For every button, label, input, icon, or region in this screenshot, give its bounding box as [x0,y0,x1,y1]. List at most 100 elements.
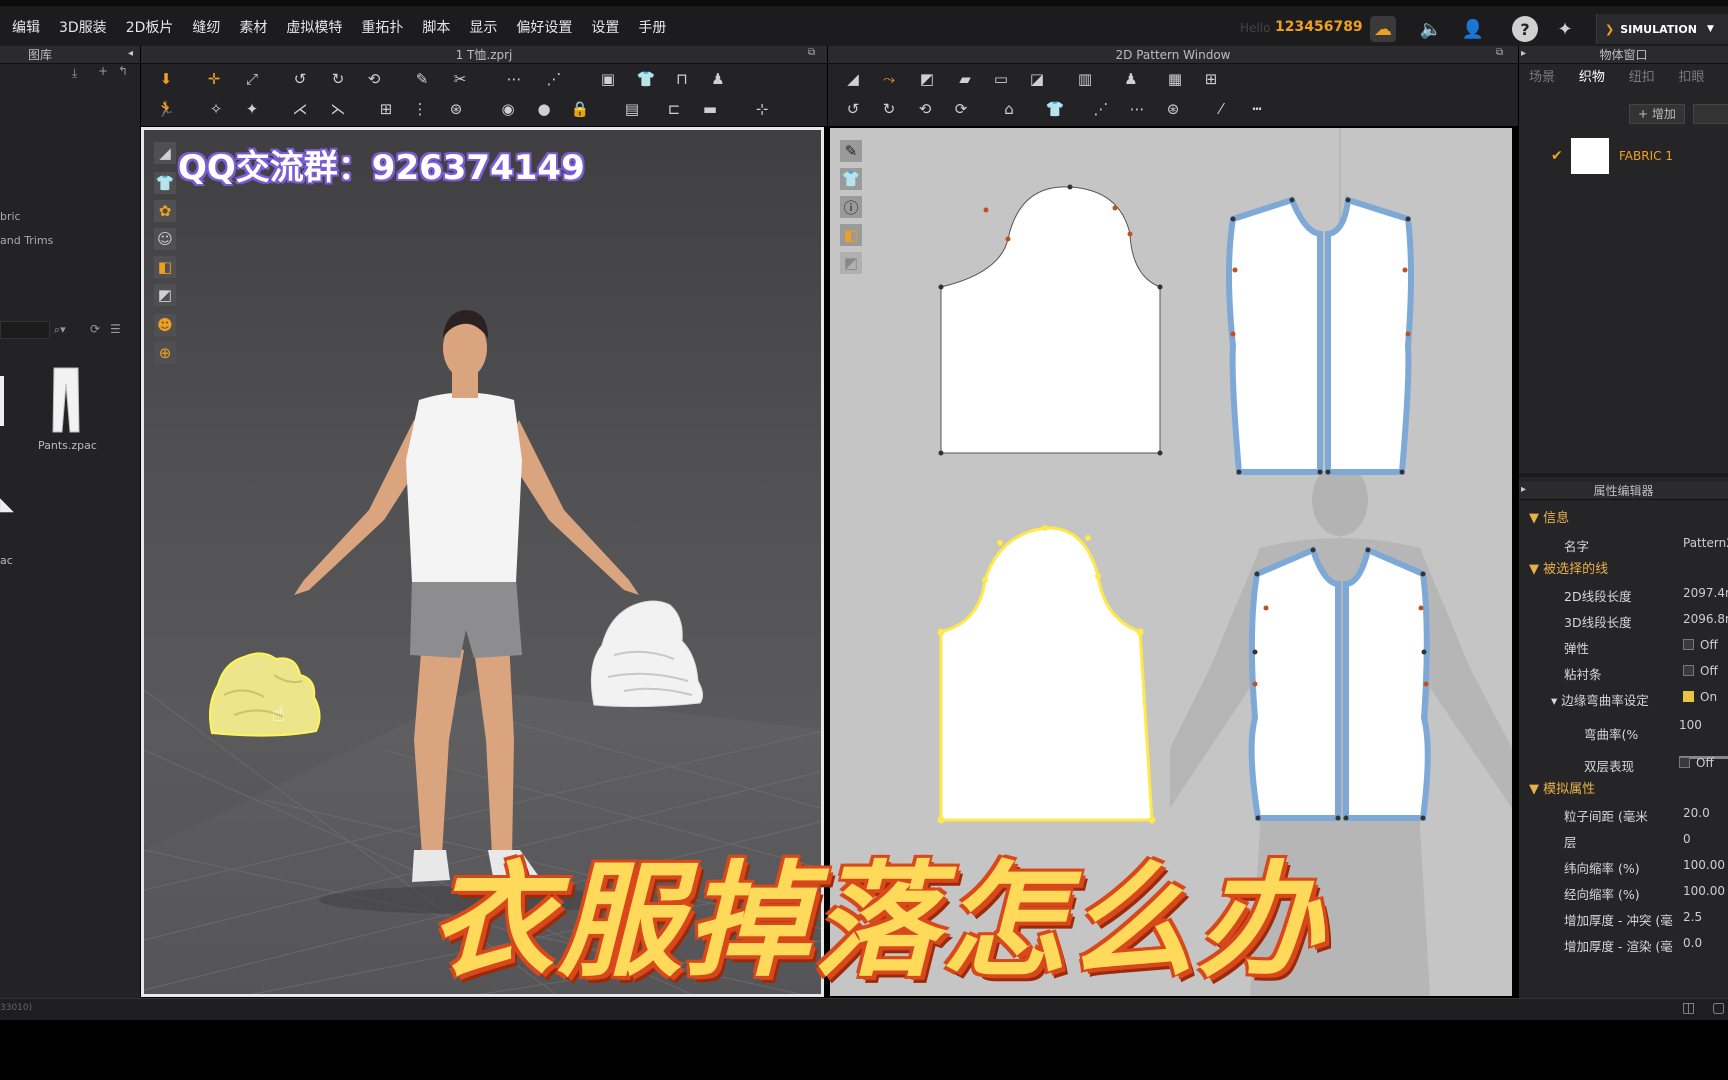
fabric-display-icon[interactable]: ◧ [154,256,176,278]
lock-icon[interactable]: 🔒 [569,98,591,120]
shirt-view-icon[interactable]: 👕 [840,168,862,190]
prop-value[interactable]: 100 [1679,718,1702,732]
simulation-button[interactable]: ❯ SIMULATION ▼ [1596,14,1728,44]
layout-3d-icon[interactable]: ▢ [1712,1000,1725,1016]
tack-icon[interactable]: ✂ [449,68,471,90]
buttonhole-icon[interactable]: ● [533,98,555,120]
menu-settings[interactable]: 设置 [591,18,619,38]
environment-display-icon[interactable]: ⊕ [154,342,176,364]
checkbox[interactable] [1683,639,1694,650]
trim-icon[interactable]: ⊏ [663,98,685,120]
edit-curvature-icon[interactable]: ◩ [916,68,938,90]
info-icon[interactable]: ⓘ [840,196,862,218]
fold-arrange-2d-icon[interactable]: ↻ [878,98,900,120]
pleats-icon[interactable]: ▥ [1074,68,1096,90]
rectangle-icon[interactable]: ▭ [990,68,1012,90]
polygon-icon[interactable]: ▰ [954,68,976,90]
pants-thumbnail[interactable] [50,366,82,436]
library-item[interactable]: and Trims [0,234,53,247]
front-pattern-top[interactable] [1226,196,1414,475]
menu-script[interactable]: 脚本 [422,18,450,38]
menu-display[interactable]: 显示 [469,18,497,38]
menu-edit[interactable]: 编辑 [12,18,40,38]
tape-toggle[interactable]: Off [1683,664,1718,678]
back-pattern-bottom[interactable] [1248,545,1431,821]
sleeve-pattern-top[interactable] [938,184,1163,456]
prop-value[interactable]: 0 [1683,832,1691,846]
section-info[interactable]: ▼ 信息 [1529,507,1569,526]
prop-value[interactable]: 20.0 [1683,806,1710,820]
topstitch-icon[interactable]: ⋮ [409,98,431,120]
cloud-icon[interactable]: ☁ [1370,16,1396,42]
fallen-fabric-selected[interactable] [204,645,334,740]
pose-icon[interactable]: 🏃 [155,98,177,120]
select-mesh-icon[interactable]: ⤢ [241,68,263,90]
help-icon[interactable]: ? [1512,16,1538,42]
pin-icon[interactable]: ✧ [205,98,227,120]
copy-fabric-button[interactable] [1693,104,1728,124]
transform-pattern-icon[interactable]: ◢ [842,68,864,90]
gizmo-icon[interactable]: ⊹ [751,98,773,120]
garment-fit-icon[interactable]: ⊓ [671,68,693,90]
checkbox[interactable] [1683,665,1694,676]
fold-2d-icon[interactable]: ↺ [842,98,864,120]
back-icon[interactable]: ↰ [118,64,128,78]
iron-icon[interactable]: ⌂ [998,98,1020,120]
list-view-icon[interactable]: ☰ [110,322,121,336]
shirt-2d-icon[interactable]: 👕 [1044,98,1066,120]
checkbox[interactable] [1679,757,1690,768]
segment-sewing-icon[interactable]: ⋯ [503,68,525,90]
avatar-model[interactable] [264,210,684,920]
menu-materials[interactable]: 素材 [239,18,267,38]
garment-display-icon[interactable]: 👕 [154,172,176,194]
fold-3d-icon[interactable]: ⊛ [445,98,467,120]
tab-fabric[interactable]: 织物 [1579,66,1605,90]
internal-polygon-icon[interactable]: ◪ [1026,68,1048,90]
menu-avatar[interactable]: 虚拟模特 [286,18,342,38]
free-sewing-2d-icon[interactable]: ⋯ [1126,98,1148,120]
refresh-icon[interactable]: ⟳ [90,322,100,336]
sewing-2d-icon[interactable]: ⋰ [1090,98,1112,120]
menu-retopology[interactable]: 重拓扑 [361,18,403,38]
search-icon[interactable]: ⌕▾ [54,323,66,337]
tab-scene[interactable]: 场景 [1529,66,1555,90]
hanger-thumbnail[interactable]: ◣ [0,494,14,515]
fold-toggle[interactable]: On [1683,690,1717,704]
transform-icon[interactable]: ✛ [203,68,225,90]
prop-value[interactable]: 2.5 [1683,910,1702,924]
topstitch-2d-icon[interactable]: ┅ [1246,98,1268,120]
menu-3d-garment[interactable]: 3D服装 [59,18,107,38]
prop-value[interactable]: 0.0 [1683,936,1702,950]
fabric-view-icon[interactable]: ◧ [840,224,862,246]
zipper-icon[interactable]: ⊞ [375,98,397,120]
avatar-icon[interactable]: ✦ [1552,16,1578,42]
library-item[interactable]: bric [0,210,21,223]
garment-icon[interactable]: 👕 [635,68,657,90]
prop-value[interactable]: 100.00 [1683,884,1725,898]
unfold-2d-icon[interactable]: ⟲ [914,98,936,120]
elastic-toggle[interactable]: Off [1683,638,1718,652]
fallen-fabric-white[interactable] [584,595,714,715]
panel-splitter[interactable] [1519,473,1728,477]
brush-icon[interactable]: ✎ [840,140,862,162]
expand-icon[interactable]: ▸ [1521,48,1526,59]
fold-arrange-icon[interactable]: ↻ [327,68,349,90]
prop-value[interactable]: Pattern2 [1683,536,1728,550]
expand-icon[interactable]: ▸ [1521,484,1526,495]
graphic-icon[interactable]: ▤ [621,98,643,120]
mesh-icon[interactable]: ⊞ [1200,68,1222,90]
pattern-display-icon[interactable]: ◩ [154,284,176,306]
fold-icon[interactable]: ↺ [289,68,311,90]
layout-split-icon[interactable]: ◫ [1682,1000,1695,1016]
user-icon[interactable]: 👤 [1460,16,1486,42]
popout-icon[interactable]: ⧉ [1496,47,1503,58]
grid-icon[interactable]: ▦ [1164,68,1186,90]
free-sewing-icon[interactable]: ⋰ [543,68,565,90]
menu-manual[interactable]: 手册 [638,18,666,38]
checkbox[interactable] [1683,691,1694,702]
file-label[interactable]: ac [0,554,13,567]
add-icon[interactable]: + [98,64,108,78]
sleeve-pattern-selected[interactable] [937,525,1156,824]
avatar-display-icon[interactable]: ☺ [154,228,176,250]
avatar-fit-icon[interactable]: ♟ [707,68,729,90]
